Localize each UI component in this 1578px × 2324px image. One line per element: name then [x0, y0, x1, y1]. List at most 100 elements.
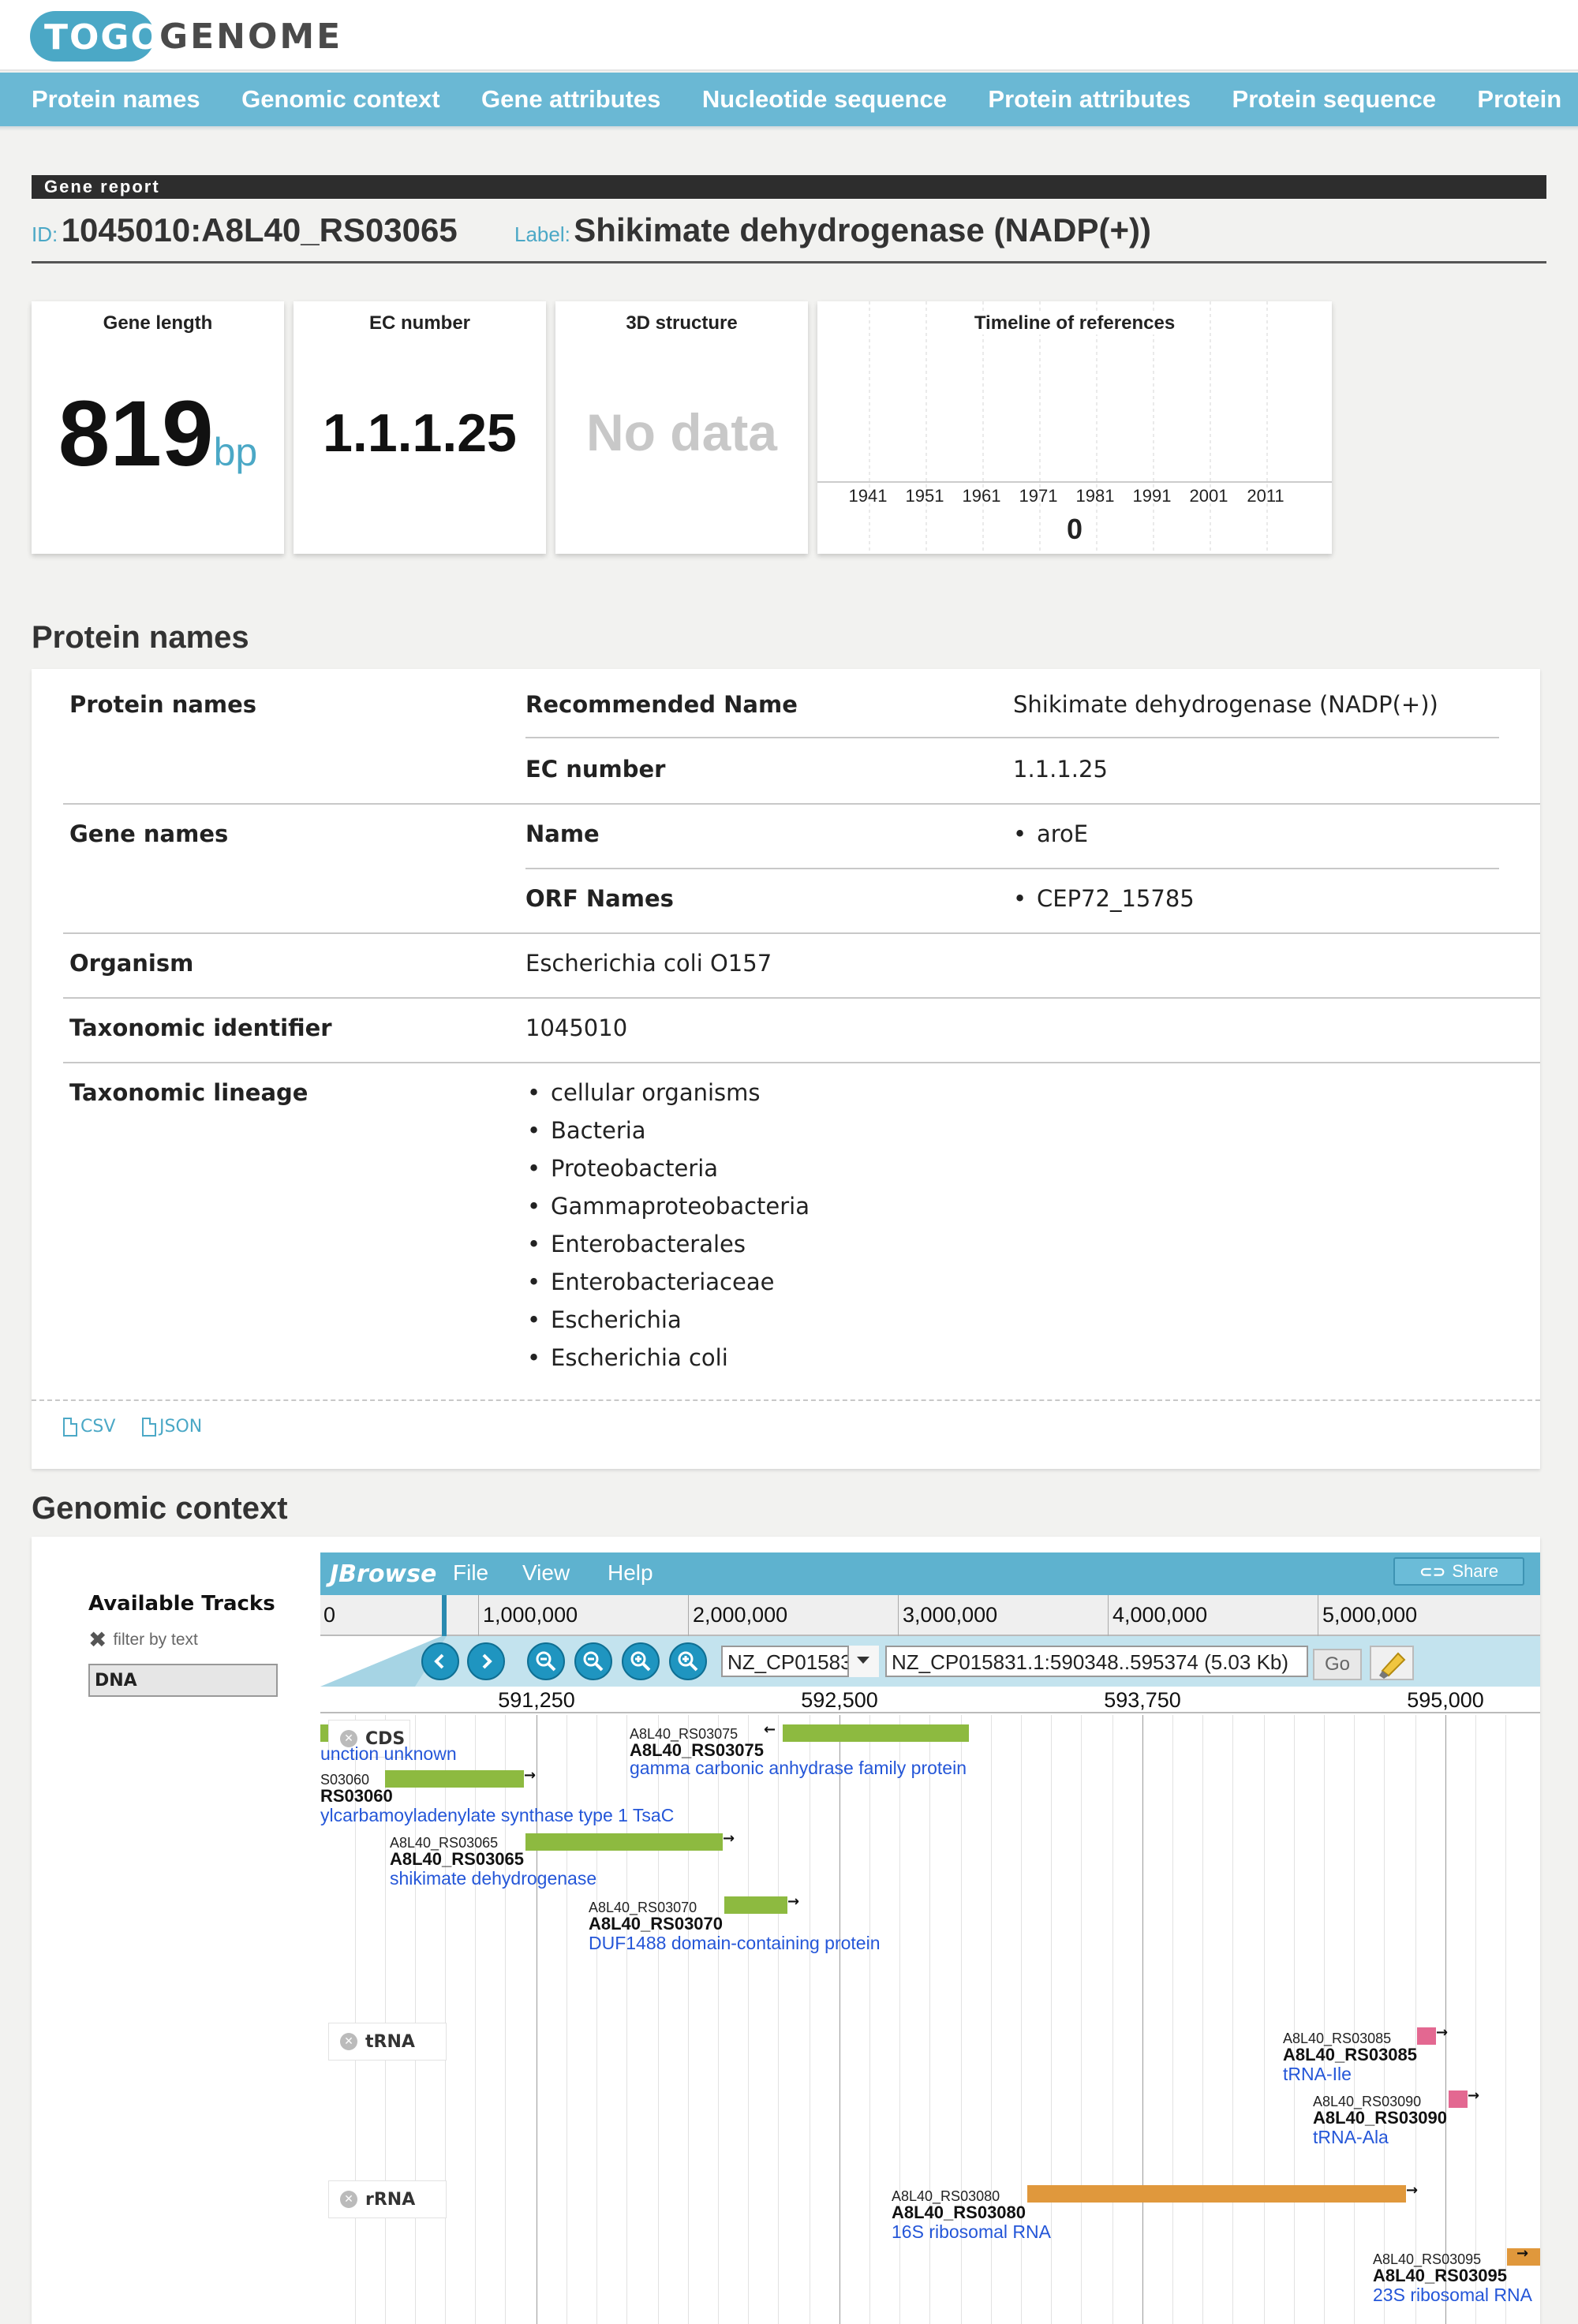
grid-line: [1051, 1715, 1052, 2324]
feature-name: A8L40_RS03090: [1313, 2108, 1448, 2128]
cds-feature-a8l40-rs03065[interactable]: [525, 1833, 723, 1851]
lineage-item: Gammaproteobacteria: [527, 1193, 810, 1220]
location-input[interactable]: NZ_CP015831.1:590348..595374 (5.03 Kb): [885, 1646, 1308, 1677]
feature-description[interactable]: tRNA-Ile: [1283, 2064, 1352, 2085]
share-label: Share: [1452, 1561, 1499, 1581]
reference-dropdown[interactable]: [847, 1646, 879, 1677]
scale-label: 593,750: [1104, 1688, 1181, 1712]
nav-protein-sequence[interactable]: Protein sequence: [1201, 73, 1442, 126]
menu-view[interactable]: View: [522, 1560, 570, 1586]
timeline-year-1981: 1981: [1075, 486, 1115, 506]
feature-description[interactable]: tRNA-Ala: [1313, 2127, 1389, 2148]
feature-name: RS03060: [320, 1786, 393, 1806]
feature-description[interactable]: 23S ribosomal RNA: [1373, 2285, 1532, 2306]
csv-download-link[interactable]: CSV: [63, 1417, 115, 1437]
ec-number-card: EC number 1.1.1.25: [294, 301, 546, 554]
grid-line: [1232, 1715, 1233, 2324]
file-icon: [142, 1417, 156, 1437]
go-button[interactable]: Go: [1313, 1649, 1362, 1680]
timeline-card: Timeline of references 1941 1951 1961 19…: [817, 301, 1332, 554]
overview-tick: [688, 1595, 689, 1636]
highlight-button[interactable]: [1370, 1646, 1414, 1680]
feature-description[interactable]: ylcarbamoyladenylate synthase type 1 Tsa…: [320, 1805, 674, 1826]
rrna-feature-a8l40-rs03080[interactable]: [1027, 2185, 1406, 2203]
strand-arrow-icon: →: [1436, 2024, 1449, 2041]
zoom-in-more-button[interactable]: [669, 1642, 707, 1680]
overview-tick: [1108, 1595, 1109, 1636]
feature-description[interactable]: 16S ribosomal RNA: [892, 2221, 1051, 2243]
timeline-title: Timeline of references: [956, 312, 1193, 334]
nav-nucleotide-sequence[interactable]: Nucleotide sequence: [671, 73, 953, 126]
nav-protein-names[interactable]: Protein names: [0, 73, 207, 126]
track-name: tRNA: [365, 2031, 415, 2052]
overview-scale[interactable]: 0 1,000,000 2,000,000 3,000,000 4,000,00…: [320, 1595, 1540, 1636]
zoom-in-button[interactable]: [622, 1642, 660, 1680]
highlighter-icon: [1379, 1652, 1406, 1679]
lineage-item: cellular organisms: [527, 1079, 760, 1106]
strand-arrow-icon: →: [524, 1767, 537, 1784]
track-name: rRNA: [365, 2189, 416, 2210]
strand-arrow-icon: →: [1406, 2182, 1419, 2199]
grid-line: [1384, 1715, 1385, 2324]
feature-name: A8L40_RS03065: [390, 1849, 525, 1869]
feature-description[interactable]: shikimate dehydrogenase: [390, 1868, 596, 1889]
timeline-year-1971: 1971: [1019, 486, 1058, 506]
nav-gene-attributes[interactable]: Gene attributes: [450, 73, 667, 126]
nav-protein-attributes[interactable]: Protein attributes: [956, 73, 1197, 126]
json-download-link[interactable]: JSON: [142, 1417, 202, 1437]
strand-arrow-icon: ←: [764, 1721, 776, 1738]
id-value: 1045010:A8L40_RS03065: [61, 211, 458, 248]
zoom-in-icon: [678, 1651, 698, 1672]
pan-left-button[interactable]: [421, 1642, 459, 1680]
grid-line: [718, 1715, 719, 2324]
top-header: TOGO GENOME: [0, 0, 1578, 71]
zoom-out-button[interactable]: [574, 1642, 612, 1680]
logo-text-togo: TOGO: [44, 17, 162, 58]
strand-arrow-icon: →: [1516, 2245, 1529, 2262]
trna-feature-a8l40-rs03085[interactable]: [1417, 2027, 1436, 2045]
strand-arrow-icon: →: [723, 1830, 735, 1847]
grid-line: [1505, 1715, 1506, 2324]
nav-genomic-context[interactable]: Genomic context: [210, 73, 447, 126]
cds-feature-a8l40-rs03070[interactable]: [724, 1896, 787, 1914]
close-track-icon[interactable]: ✕: [340, 2033, 357, 2050]
cds-feature-a8l40-rs03075[interactable]: [783, 1724, 969, 1742]
grid-line: [1202, 1715, 1203, 2324]
track-label-trna[interactable]: ✕ tRNA: [328, 2023, 447, 2061]
trna-feature-a8l40-rs03090[interactable]: [1449, 2090, 1468, 2108]
zoom-out-more-button[interactable]: [527, 1642, 565, 1680]
jbrowse-logo[interactable]: JBrowse: [330, 1560, 436, 1588]
strand-arrow-icon: →: [787, 1893, 800, 1910]
clear-filter-icon[interactable]: ✖: [88, 1627, 107, 1653]
grid-line: [1264, 1715, 1265, 2324]
csv-label: CSV: [80, 1417, 116, 1437]
feature-description[interactable]: unction unknown: [320, 1743, 457, 1765]
nav-protein-more[interactable]: Protein: [1445, 73, 1568, 126]
overview-position-marker[interactable]: [442, 1595, 447, 1636]
share-button[interactable]: ⊂⊃ Share: [1393, 1557, 1524, 1586]
gene-report-bar: Gene report: [32, 175, 1546, 199]
taxonomic-identifier-value: 1045010: [525, 1014, 628, 1041]
jbrowse-view: JBrowse File View Help ⊂⊃ Share 0 1,000,…: [320, 1552, 1540, 2324]
taxonomic-identifier-label: Taxonomic identifier: [69, 1014, 332, 1041]
timeline-year-1991: 1991: [1132, 486, 1172, 506]
feature-description[interactable]: gamma carbonic anhydrase family protein: [630, 1758, 967, 1779]
cds-feature-rs03060[interactable]: [385, 1770, 524, 1788]
feature-name: A8L40_RS03080: [892, 2203, 1026, 2222]
track-filter[interactable]: ✖ filter by text: [88, 1627, 198, 1653]
tracks-area[interactable]: → ✕ CDS unction unknown ← A8L40_RS03075 …: [320, 1715, 1540, 2324]
pan-right-button[interactable]: [467, 1642, 505, 1680]
close-track-icon[interactable]: ✕: [340, 2191, 357, 2208]
organism-label: Organism: [69, 950, 194, 977]
menu-file[interactable]: File: [453, 1560, 488, 1586]
track-label-rrna[interactable]: ✕ rRNA: [328, 2180, 447, 2218]
orf-names-label: ORF Names: [525, 885, 674, 912]
dna-track-item[interactable]: DNA: [88, 1664, 278, 1697]
togogenome-logo[interactable]: TOGO GENOME: [30, 11, 342, 62]
grid-line: [778, 1715, 779, 2324]
feature-description[interactable]: DUF1488 domain-containing protein: [589, 1933, 881, 1954]
menu-help[interactable]: Help: [608, 1560, 653, 1586]
detail-scale: 591,250 592,500 593,750 595,000: [320, 1687, 1540, 1713]
grid-line: [748, 1715, 749, 2324]
gene-label: Label: Shikimate dehydrogenase (NADP(+)): [514, 211, 1151, 249]
